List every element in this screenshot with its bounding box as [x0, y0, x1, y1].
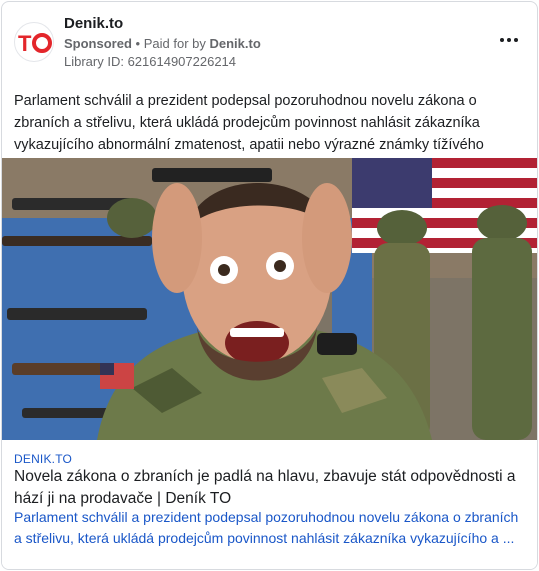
link-description[interactable]: Parlament schválil a prezident podepsal … — [14, 507, 529, 549]
page-name[interactable]: Denik.to — [64, 15, 123, 32]
denik-to-logo: T — [18, 32, 52, 54]
link-domain[interactable]: DENIK.TO — [14, 452, 72, 466]
ad-image[interactable] — [2, 158, 537, 440]
paid-for-by-name[interactable]: Denik.to — [210, 36, 261, 51]
page-avatar[interactable]: T — [14, 22, 54, 62]
paid-for-by-label: Paid for by — [143, 36, 206, 51]
sponsored-line: Sponsored • Paid for by Denik.to — [64, 36, 261, 51]
link-preview[interactable]: DENIK.TO Novela zákona o zbraních je pad… — [2, 440, 537, 569]
meta-separator: • — [135, 36, 141, 51]
ad-card: T Denik.to Sponsored • Paid for by Denik… — [1, 1, 538, 570]
more-options-icon[interactable] — [495, 30, 523, 50]
library-id: Library ID: 621614907226214 — [64, 54, 237, 69]
svg-text:T: T — [18, 32, 32, 54]
sponsored-label: Sponsored — [64, 36, 132, 51]
link-headline[interactable]: Novela zákona o zbraních je padlá na hla… — [14, 466, 529, 510]
ad-image-illustration — [2, 158, 537, 440]
